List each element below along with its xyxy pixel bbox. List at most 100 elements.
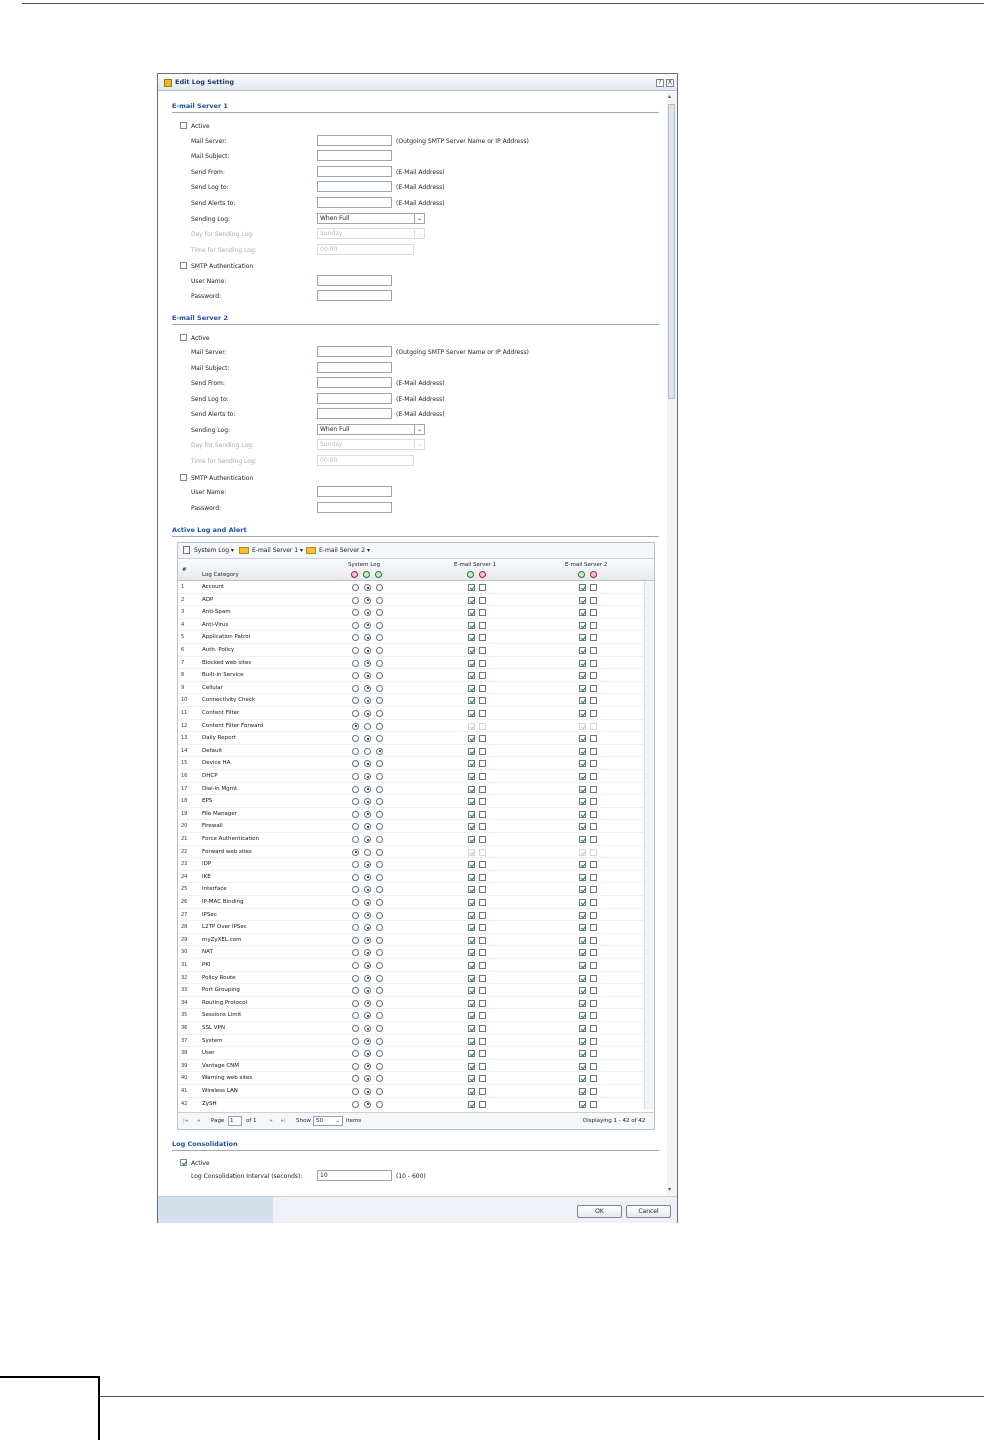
system-log-disable-radio[interactable]: [352, 609, 359, 617]
system-log-disable-radio[interactable]: [352, 1100, 359, 1108]
system-log-normal-radio[interactable]: [364, 1088, 371, 1095]
email2-log-checkbox[interactable]: [579, 949, 586, 957]
scroll-down-icon[interactable]: ▾: [668, 1186, 671, 1193]
email1-alert-checkbox[interactable]: [479, 1088, 486, 1095]
email1-alert-checkbox[interactable]: [479, 773, 486, 780]
system-log-disable-radio[interactable]: [352, 848, 359, 856]
system-log-normal-radio[interactable]: [364, 596, 371, 604]
email1-alert-checkbox[interactable]: [479, 672, 486, 680]
email2-alert-checkbox[interactable]: [590, 924, 597, 932]
email2-alert-checkbox[interactable]: [590, 596, 597, 604]
system-log-normal-radio[interactable]: [364, 924, 371, 932]
email2-alert-checkbox[interactable]: [590, 735, 597, 743]
email2-log-checkbox[interactable]: [579, 1037, 586, 1045]
system-log-all-radio[interactable]: [376, 684, 383, 692]
email2-alert-checkbox[interactable]: [590, 999, 597, 1007]
email1-log-checkbox[interactable]: [468, 697, 475, 705]
email2-alert-checkbox[interactable]: [590, 773, 597, 780]
email1-alert-checkbox[interactable]: [479, 1025, 486, 1032]
email1-alert-checkbox[interactable]: [479, 596, 486, 604]
system-log-disable-radio[interactable]: [352, 1088, 359, 1095]
email1-alert-checkbox[interactable]: [479, 924, 486, 932]
system-log-normal-radio[interactable]: [364, 634, 371, 642]
system-log-disable-radio[interactable]: [352, 823, 359, 831]
email1-alert-checkbox[interactable]: [479, 659, 486, 667]
system-log-normal-radio[interactable]: [364, 647, 371, 654]
server1-password-input[interactable]: [317, 290, 392, 301]
system-log-all-radio[interactable]: [376, 1050, 383, 1058]
email2-log-checkbox[interactable]: [579, 1012, 586, 1020]
email1-log-checkbox[interactable]: [468, 1100, 475, 1108]
email2-log-checkbox[interactable]: [579, 987, 586, 995]
system-log-normal-radio[interactable]: [364, 873, 371, 881]
email1-alert-checkbox[interactable]: [479, 810, 486, 818]
grid-scrollbar[interactable]: [644, 581, 654, 1109]
system-log-normal-radio[interactable]: [364, 861, 371, 869]
email2-log-checkbox[interactable]: [579, 684, 586, 692]
system-log-all-radio[interactable]: [376, 810, 383, 818]
email1-alert-checkbox[interactable]: [479, 1100, 486, 1108]
system-log-disable-radio[interactable]: [352, 861, 359, 869]
email2-log-checkbox[interactable]: [579, 634, 586, 642]
server1-send-log-to-input[interactable]: [317, 181, 392, 192]
system-log-all-radio[interactable]: [376, 899, 383, 906]
email2-alert-checkbox[interactable]: [590, 710, 597, 717]
email2-alert-checkbox[interactable]: [590, 672, 597, 680]
system-log-normal-radio[interactable]: [364, 1100, 371, 1108]
system-log-disable-radio[interactable]: [352, 747, 359, 755]
email1-alert-checkbox[interactable]: [479, 609, 486, 617]
system-log-normal-radio[interactable]: [364, 1075, 371, 1083]
system-log-disable-radio[interactable]: [352, 962, 359, 969]
cancel-button[interactable]: Cancel: [626, 1205, 671, 1218]
server2-smtp-auth-checkbox[interactable]: [180, 474, 187, 481]
email1-log-checkbox[interactable]: [468, 710, 475, 717]
system-log-normal-radio[interactable]: [364, 773, 371, 780]
email2-log-checkbox[interactable]: [579, 785, 586, 793]
system-log-disable-radio[interactable]: [352, 722, 359, 730]
email2-log-checkbox[interactable]: [579, 999, 586, 1007]
email1-log-checkbox[interactable]: [468, 899, 475, 906]
email1-log-checkbox[interactable]: [468, 773, 475, 780]
email1-log-checkbox[interactable]: [468, 848, 475, 856]
email2-log-checkbox[interactable]: [579, 798, 586, 806]
email1-log-checkbox[interactable]: [468, 735, 475, 743]
email2-alert-checkbox[interactable]: [590, 823, 597, 831]
email1-log-checkbox[interactable]: [468, 798, 475, 806]
email2-log-checkbox[interactable]: [579, 609, 586, 617]
email2-alert-checkbox[interactable]: [590, 1100, 597, 1108]
email1-alert-checkbox[interactable]: [479, 798, 486, 806]
email-server-2-menu[interactable]: E-mail Server 2 ▾: [319, 547, 370, 554]
email2-log-checkbox[interactable]: [579, 760, 586, 768]
system-log-disable-radio[interactable]: [352, 949, 359, 957]
email1-alert-checkbox[interactable]: [479, 936, 486, 944]
email1-alert-checkbox[interactable]: [479, 710, 486, 717]
email2-log-checkbox[interactable]: [579, 647, 586, 654]
system-log-all-radio[interactable]: [376, 1025, 383, 1032]
first-page-icon[interactable]: |◂: [183, 1118, 188, 1124]
system-log-normal-radio[interactable]: [364, 987, 371, 995]
server2-send-from-input[interactable]: [317, 377, 392, 388]
system-log-all-radio[interactable]: [376, 936, 383, 944]
server1-smtp-auth-checkbox[interactable]: [180, 262, 187, 269]
email2-alert-checkbox[interactable]: [590, 886, 597, 894]
email2-log-checkbox[interactable]: [579, 899, 586, 906]
system-log-normal-radio[interactable]: [364, 798, 371, 806]
system-log-all-radio[interactable]: [376, 722, 383, 730]
email1-alert-checkbox[interactable]: [479, 684, 486, 692]
email2-log-checkbox[interactable]: [579, 596, 586, 604]
email1-log-checkbox[interactable]: [468, 999, 475, 1007]
system-log-all-radio[interactable]: [376, 735, 383, 743]
server1-sending-log-select[interactable]: When Full ⌄: [317, 213, 425, 224]
email2-log-checkbox[interactable]: [579, 735, 586, 743]
email1-log-checkbox[interactable]: [468, 785, 475, 793]
system-log-disable-radio[interactable]: [352, 974, 359, 982]
email1-alert-checkbox[interactable]: [479, 899, 486, 906]
system-log-disable-radio[interactable]: [352, 584, 359, 591]
system-log-normal-radio[interactable]: [364, 911, 371, 919]
email1-log-checkbox[interactable]: [468, 647, 475, 654]
server2-send-log-to-input[interactable]: [317, 393, 392, 404]
scroll-up-icon[interactable]: ▴: [668, 93, 671, 100]
email2-alert-checkbox[interactable]: [590, 836, 597, 843]
email1-log-checkbox[interactable]: [468, 684, 475, 692]
system-log-normal-radio[interactable]: [364, 999, 371, 1007]
